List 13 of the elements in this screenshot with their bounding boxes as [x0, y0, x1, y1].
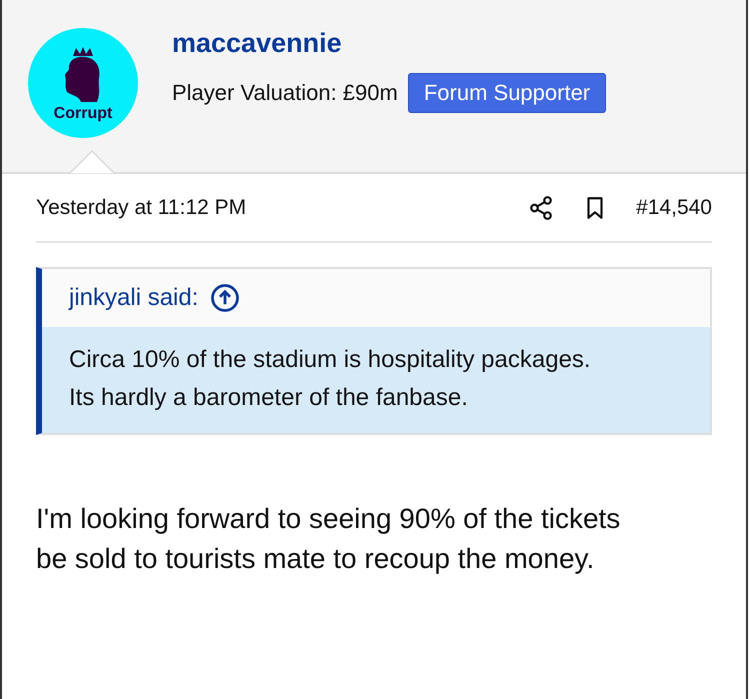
user-title: Player Valuation: £90m [172, 80, 398, 106]
share-icon[interactable] [528, 194, 554, 220]
quote-text: Circa 10% of the stadium is hospitality packages. [69, 345, 592, 375]
username-link[interactable]: maccavennie [172, 28, 606, 59]
quote-author-link[interactable]: jinkyali said: [69, 284, 198, 312]
arrow-up-circle-icon[interactable] [210, 283, 240, 313]
post-number[interactable]: #14,540 [636, 196, 712, 220]
user-badge: Forum Supporter [408, 73, 606, 113]
post-time[interactable]: Yesterday at 11:12 PM [36, 196, 528, 220]
post-message: I'm looking forward to seeing 90% of the tickets be sold to tourists mate to recoup the money. [36, 502, 622, 576]
avatar-label: Corrupt [54, 106, 112, 122]
quote-text: Its hardly a barometer of the fanbase. [69, 383, 469, 413]
avatar[interactable]: Corrupt [28, 28, 138, 138]
